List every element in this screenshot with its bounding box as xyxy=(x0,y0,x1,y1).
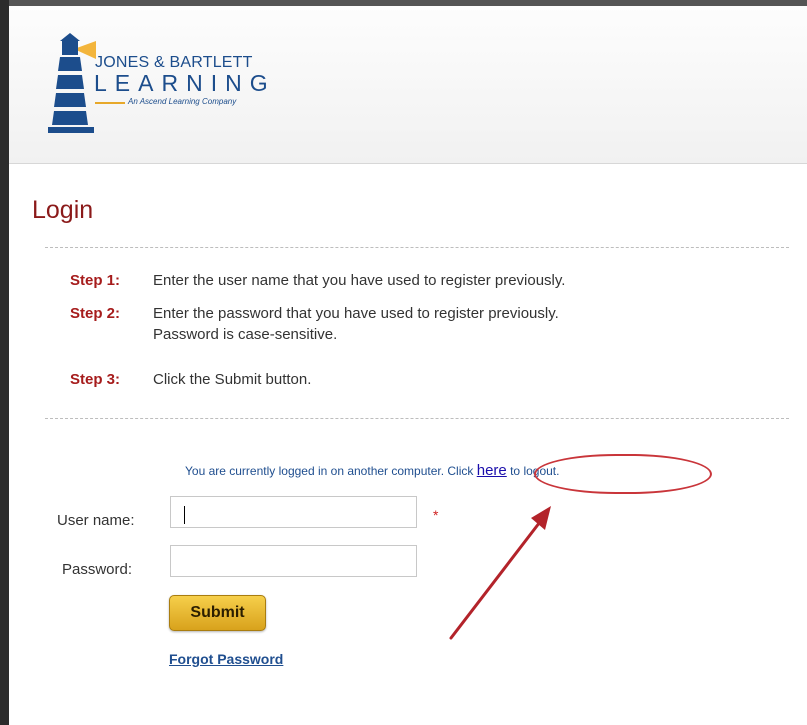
lighthouse-icon xyxy=(48,33,96,133)
step-1: Step 1: Enter the user name that you hav… xyxy=(70,270,770,292)
step-2-label: Step 2: xyxy=(70,305,121,322)
step-1-label: Step 1: xyxy=(70,272,121,289)
step-2-text: Enter the password that you have used to… xyxy=(153,305,559,322)
username-label: User name: xyxy=(57,512,135,529)
password-label: Password: xyxy=(62,561,133,578)
site-header: JONES & BARTLETT LEARNING An Ascend Lear… xyxy=(9,6,807,164)
step-1-text: Enter the user name that you have used t… xyxy=(153,272,566,289)
step-3: Step 3: Click the Submit button. xyxy=(70,369,770,391)
logo-accent-line xyxy=(95,102,125,104)
red-arrow-icon xyxy=(449,506,551,640)
step-2: Step 2: Enter the password that you have… xyxy=(70,303,770,347)
step-3-label: Step 3: xyxy=(70,371,121,388)
logout-link[interactable]: here xyxy=(477,462,507,479)
username-input[interactable] xyxy=(170,496,417,528)
step-2-text-2: Password is case-sensitive. xyxy=(153,326,338,343)
browser-page: JONES & BARTLETT LEARNING An Ascend Lear… xyxy=(9,6,807,725)
divider-bottom xyxy=(45,418,789,419)
password-input[interactable] xyxy=(170,545,417,577)
submit-button[interactable]: Submit xyxy=(169,595,266,631)
forgot-password-link[interactable]: Forgot Password xyxy=(169,651,283,667)
brand-line-2: LEARNING xyxy=(94,70,276,96)
required-marker: * xyxy=(433,507,439,523)
brand-tagline: An Ascend Learning Company xyxy=(128,97,237,106)
divider-top xyxy=(45,247,789,248)
session-notice: You are currently logged in on another c… xyxy=(185,462,559,479)
annotation-highlight-ring xyxy=(534,454,712,494)
screen-left-edge xyxy=(0,0,9,725)
text-caret xyxy=(184,506,185,524)
page-title: Login xyxy=(32,196,94,224)
session-notice-prefix: You are currently logged in on another c… xyxy=(185,464,477,478)
step-3-text: Click the Submit button. xyxy=(153,371,312,388)
